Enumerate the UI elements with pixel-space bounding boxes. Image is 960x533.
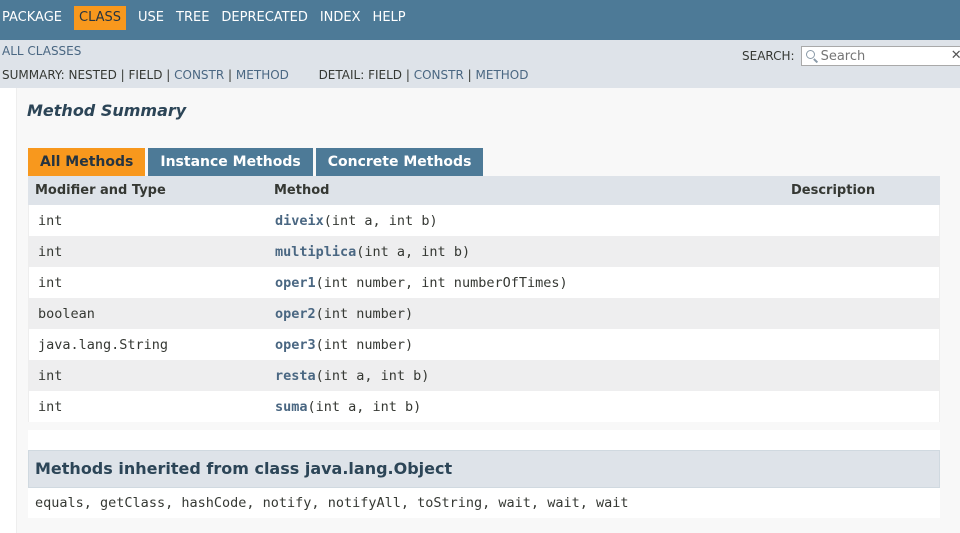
method-summary-table: Modifier and Type Method Description int… [28, 176, 940, 422]
nav-tree[interactable]: TREE [176, 6, 215, 30]
method-summary-title: Method Summary [27, 101, 187, 120]
table-row: int diveix(int a, int b) [28, 205, 940, 236]
method-params: (int a, int b) [307, 398, 422, 415]
method-link[interactable]: oper3 [275, 337, 316, 353]
inherited-method-link[interactable]: getClass [100, 495, 165, 511]
method-link[interactable]: multiplica [275, 244, 356, 260]
method-params: (int a, int b) [323, 212, 438, 229]
return-type: boolean [38, 305, 95, 322]
method-link[interactable]: diveix [275, 213, 324, 229]
column-header-description: Description [791, 183, 876, 198]
inherited-method-link[interactable]: toString [417, 495, 482, 511]
method-link[interactable]: suma [275, 399, 308, 415]
nav-class[interactable]: CLASS [74, 6, 127, 30]
inherited-method-link[interactable]: wait [547, 495, 580, 511]
all-classes-link[interactable]: ALL CLASSES [2, 44, 81, 58]
return-type: java.lang.String [38, 336, 169, 353]
inherited-method-link[interactable]: hashCode [181, 495, 246, 511]
method-signature: suma(int a, int b) [275, 399, 792, 415]
inherited-method-link[interactable]: equals [35, 495, 84, 511]
table-row: int resta(int a, int b) [28, 360, 940, 391]
summary-prefix: SUMMARY: NESTED | FIELD | [2, 68, 171, 82]
nav-use[interactable]: USE [138, 6, 170, 30]
method-params: (int a, int b) [356, 243, 471, 260]
column-header-method: Method [274, 183, 330, 198]
separator: | [467, 68, 472, 82]
search-box[interactable]: ✕ [800, 46, 960, 66]
method-signature: multiplica(int a, int b) [275, 244, 792, 260]
nav-help[interactable]: HELP [373, 6, 412, 30]
method-link[interactable]: oper2 [275, 306, 316, 322]
search-input[interactable] [820, 47, 949, 65]
method-signature: oper1(int number, int numberOfTimes) [275, 275, 792, 291]
detail-prefix: DETAIL: FIELD | [318, 68, 410, 82]
table-row: java.lang.String oper3(int number) [28, 329, 940, 360]
table-row: int multiplica(int a, int b) [28, 236, 940, 267]
method-params: (int number) [315, 305, 414, 322]
sub-nav-bar: ALL CLASSES SEARCH: ✕ SUMMARY: NESTED | … [0, 40, 960, 88]
inherited-method-link[interactable]: notify [263, 495, 312, 511]
method-params: (int number) [315, 336, 414, 353]
inherited-methods-list: equals, getClass, hashCode, notify, noti… [28, 488, 940, 518]
return-type: int [38, 212, 63, 229]
method-link[interactable]: resta [275, 368, 316, 384]
tab-concrete-methods[interactable]: Concrete Methods [315, 148, 484, 176]
method-params: (int number, int numberOfTimes) [315, 274, 568, 291]
return-type: int [38, 367, 63, 384]
table-header: Modifier and Type Method Description [28, 176, 940, 205]
clear-search-icon[interactable]: ✕ [951, 48, 960, 63]
nav-deprecated[interactable]: DEPRECATED [221, 6, 313, 30]
method-signature: diveix(int a, int b) [275, 213, 792, 229]
magnifier-icon [805, 50, 815, 59]
return-type: int [38, 398, 63, 415]
method-signature: oper2(int number) [275, 306, 792, 322]
top-nav-bar: PACKAGE CLASS USE TREE DEPRECATED INDEX … [0, 0, 960, 40]
separator: | [228, 68, 233, 82]
method-signature: resta(int a, int b) [275, 368, 792, 384]
inherited-methods-title: Methods inherited from class java.lang.O… [28, 450, 940, 488]
method-link[interactable]: oper1 [275, 275, 316, 291]
return-type: int [38, 274, 63, 291]
nav-package[interactable]: PACKAGE [2, 6, 68, 30]
method-tabs: All Methods Instance Methods Concrete Me… [28, 148, 486, 176]
section-divider [28, 430, 940, 450]
column-header-modifier: Modifier and Type [35, 183, 166, 198]
method-params: (int a, int b) [315, 367, 430, 384]
top-nav: PACKAGE CLASS USE TREE DEPRECATED INDEX … [2, 6, 418, 30]
method-signature: oper3(int number) [275, 337, 792, 353]
inherited-method-link[interactable]: wait [498, 495, 531, 511]
table-row: int suma(int a, int b) [28, 391, 940, 422]
return-type: int [38, 243, 63, 260]
search-area: SEARCH: ✕ [742, 46, 960, 66]
nav-index[interactable]: INDEX [320, 6, 367, 30]
summary-constr-link[interactable]: CONSTR [174, 68, 224, 82]
table-row: int oper1(int number, int numberOfTimes) [28, 267, 940, 298]
summary-method-link[interactable]: METHOD [236, 68, 289, 82]
inherited-method-link[interactable]: wait [596, 495, 629, 511]
search-label: SEARCH: [742, 49, 795, 63]
detail-method-link[interactable]: METHOD [476, 68, 529, 82]
tab-instance-methods[interactable]: Instance Methods [148, 148, 313, 176]
detail-constr-link[interactable]: CONSTR [414, 68, 464, 82]
table-row: boolean oper2(int number) [28, 298, 940, 329]
inherited-method-link[interactable]: notifyAll [328, 495, 401, 511]
summary-detail-links: SUMMARY: NESTED | FIELD | CONSTR | METHO… [2, 68, 529, 82]
tab-all-methods[interactable]: All Methods [28, 148, 146, 176]
